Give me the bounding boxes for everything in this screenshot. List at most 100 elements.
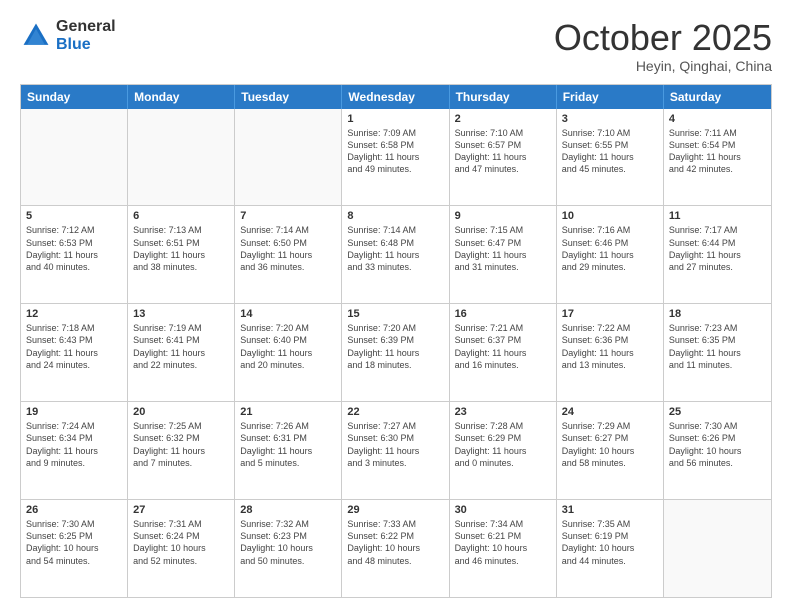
day-info: Sunrise: 7:13 AM Sunset: 6:51 PM Dayligh… (133, 224, 229, 273)
header-cell-monday: Monday (128, 85, 235, 109)
day-info: Sunrise: 7:15 AM Sunset: 6:47 PM Dayligh… (455, 224, 551, 273)
day-cell-16: 16 Sunrise: 7:21 AM Sunset: 6:37 PM Dayli… (450, 304, 557, 401)
day-cell-26: 26 Sunrise: 7:30 AM Sunset: 6:25 PM Dayli… (21, 500, 128, 597)
day-info: Sunrise: 7:23 AM Sunset: 6:35 PM Dayligh… (669, 322, 766, 371)
calendar-header: SundayMondayTuesdayWednesdayThursdayFrid… (21, 85, 771, 109)
header-cell-wednesday: Wednesday (342, 85, 449, 109)
day-info: Sunrise: 7:16 AM Sunset: 6:46 PM Dayligh… (562, 224, 658, 273)
header: General Blue October 2025 Heyin, Qinghai… (20, 18, 772, 74)
day-number: 18 (669, 308, 766, 320)
day-number: 27 (133, 504, 229, 516)
empty-cell-4-6 (664, 500, 771, 597)
day-info: Sunrise: 7:17 AM Sunset: 6:44 PM Dayligh… (669, 224, 766, 273)
day-cell-10: 10Sunrise: 7:16 AM Sunset: 6:46 PM Dayli… (557, 206, 664, 303)
header-cell-friday: Friday (557, 85, 664, 109)
day-number: 16 (455, 308, 551, 320)
day-info: Sunrise: 7:26 AM Sunset: 6:31 PM Dayligh… (240, 420, 336, 469)
day-number: 21 (240, 406, 336, 418)
day-info: Sunrise: 7:20 AM Sunset: 6:40 PM Dayligh… (240, 322, 336, 371)
day-info: Sunrise: 7:27 AM Sunset: 6:30 PM Dayligh… (347, 420, 443, 469)
day-number: 5 (26, 210, 122, 222)
day-cell-5: 5 Sunrise: 7:12 AM Sunset: 6:53 PM Daylig… (21, 206, 128, 303)
day-cell-1: 1Sunrise: 7:09 AM Sunset: 6:58 PM Daylig… (342, 109, 449, 206)
day-number: 15 (347, 308, 443, 320)
logo-icon (20, 20, 52, 52)
day-info: Sunrise: 7:14 AM Sunset: 6:48 PM Dayligh… (347, 224, 443, 273)
empty-cell-0-0 (21, 109, 128, 206)
day-info: Sunrise: 7:19 AM Sunset: 6:41 PM Dayligh… (133, 322, 229, 371)
day-number: 2 (455, 113, 551, 125)
day-cell-24: 24Sunrise: 7:29 AM Sunset: 6:27 PM Dayli… (557, 402, 664, 499)
day-number: 7 (240, 210, 336, 222)
day-cell-17: 17Sunrise: 7:22 AM Sunset: 6:36 PM Dayli… (557, 304, 664, 401)
day-cell-21: 21 Sunrise: 7:26 AM Sunset: 6:31 PM Dayli… (235, 402, 342, 499)
day-cell-9: 9Sunrise: 7:15 AM Sunset: 6:47 PM Daylig… (450, 206, 557, 303)
day-cell-12: 12 Sunrise: 7:18 AM Sunset: 6:43 PM Dayli… (21, 304, 128, 401)
day-number: 24 (562, 406, 658, 418)
day-info: Sunrise: 7:10 AM Sunset: 6:57 PM Dayligh… (455, 127, 551, 176)
day-number: 3 (562, 113, 658, 125)
day-info: Sunrise: 7:28 AM Sunset: 6:29 PM Dayligh… (455, 420, 551, 469)
day-number: 19 (26, 406, 122, 418)
day-info: Sunrise: 7:32 AM Sunset: 6:23 PM Dayligh… (240, 518, 336, 567)
day-cell-23: 23Sunrise: 7:28 AM Sunset: 6:29 PM Dayli… (450, 402, 557, 499)
day-cell-25: 25Sunrise: 7:30 AM Sunset: 6:26 PM Dayli… (664, 402, 771, 499)
header-cell-saturday: Saturday (664, 85, 771, 109)
day-number: 30 (455, 504, 551, 516)
calendar-row-3: 19 Sunrise: 7:24 AM Sunset: 6:34 PM Dayli… (21, 401, 771, 499)
day-number: 6 (133, 210, 229, 222)
day-info: Sunrise: 7:30 AM Sunset: 6:25 PM Dayligh… (26, 518, 122, 567)
month-title: October 2025 (554, 18, 772, 58)
calendar-row-0: 1Sunrise: 7:09 AM Sunset: 6:58 PM Daylig… (21, 109, 771, 206)
day-cell-29: 29Sunrise: 7:33 AM Sunset: 6:22 PM Dayli… (342, 500, 449, 597)
empty-cell-0-2 (235, 109, 342, 206)
calendar-row-1: 5 Sunrise: 7:12 AM Sunset: 6:53 PM Daylig… (21, 205, 771, 303)
day-number: 20 (133, 406, 229, 418)
day-number: 31 (562, 504, 658, 516)
day-number: 11 (669, 210, 766, 222)
day-info: Sunrise: 7:21 AM Sunset: 6:37 PM Dayligh… (455, 322, 551, 371)
day-cell-31: 31Sunrise: 7:35 AM Sunset: 6:19 PM Dayli… (557, 500, 664, 597)
day-cell-19: 19 Sunrise: 7:24 AM Sunset: 6:34 PM Dayli… (21, 402, 128, 499)
day-info: Sunrise: 7:14 AM Sunset: 6:50 PM Dayligh… (240, 224, 336, 273)
empty-cell-0-1 (128, 109, 235, 206)
day-info: Sunrise: 7:20 AM Sunset: 6:39 PM Dayligh… (347, 322, 443, 371)
day-cell-13: 13Sunrise: 7:19 AM Sunset: 6:41 PM Dayli… (128, 304, 235, 401)
logo-text: General Blue (56, 18, 116, 53)
calendar-row-2: 12 Sunrise: 7:18 AM Sunset: 6:43 PM Dayli… (21, 303, 771, 401)
day-info: Sunrise: 7:18 AM Sunset: 6:43 PM Dayligh… (26, 322, 122, 371)
day-info: Sunrise: 7:33 AM Sunset: 6:22 PM Dayligh… (347, 518, 443, 567)
day-cell-15: 15 Sunrise: 7:20 AM Sunset: 6:39 PM Dayli… (342, 304, 449, 401)
day-cell-22: 22 Sunrise: 7:27 AM Sunset: 6:30 PM Dayli… (342, 402, 449, 499)
day-cell-11: 11 Sunrise: 7:17 AM Sunset: 6:44 PM Dayli… (664, 206, 771, 303)
day-cell-28: 28Sunrise: 7:32 AM Sunset: 6:23 PM Dayli… (235, 500, 342, 597)
day-cell-8: 8Sunrise: 7:14 AM Sunset: 6:48 PM Daylig… (342, 206, 449, 303)
day-info: Sunrise: 7:24 AM Sunset: 6:34 PM Dayligh… (26, 420, 122, 469)
day-cell-3: 3 Sunrise: 7:10 AM Sunset: 6:55 PM Daylig… (557, 109, 664, 206)
logo-blue: Blue (56, 36, 116, 54)
day-info: Sunrise: 7:10 AM Sunset: 6:55 PM Dayligh… (562, 127, 658, 176)
day-number: 4 (669, 113, 766, 125)
day-info: Sunrise: 7:31 AM Sunset: 6:24 PM Dayligh… (133, 518, 229, 567)
calendar-body: 1Sunrise: 7:09 AM Sunset: 6:58 PM Daylig… (21, 109, 771, 597)
subtitle: Heyin, Qinghai, China (554, 58, 772, 74)
day-cell-30: 30 Sunrise: 7:34 AM Sunset: 6:21 PM Dayli… (450, 500, 557, 597)
day-cell-27: 27 Sunrise: 7:31 AM Sunset: 6:24 PM Dayli… (128, 500, 235, 597)
calendar-row-4: 26 Sunrise: 7:30 AM Sunset: 6:25 PM Dayli… (21, 499, 771, 597)
day-number: 26 (26, 504, 122, 516)
logo: General Blue (20, 18, 116, 53)
day-info: Sunrise: 7:34 AM Sunset: 6:21 PM Dayligh… (455, 518, 551, 567)
day-info: Sunrise: 7:11 AM Sunset: 6:54 PM Dayligh… (669, 127, 766, 176)
page: General Blue October 2025 Heyin, Qinghai… (0, 0, 792, 612)
day-info: Sunrise: 7:30 AM Sunset: 6:26 PM Dayligh… (669, 420, 766, 469)
day-cell-7: 7 Sunrise: 7:14 AM Sunset: 6:50 PM Daylig… (235, 206, 342, 303)
day-number: 22 (347, 406, 443, 418)
calendar: SundayMondayTuesdayWednesdayThursdayFrid… (20, 84, 772, 598)
day-info: Sunrise: 7:22 AM Sunset: 6:36 PM Dayligh… (562, 322, 658, 371)
day-number: 14 (240, 308, 336, 320)
day-info: Sunrise: 7:12 AM Sunset: 6:53 PM Dayligh… (26, 224, 122, 273)
header-cell-sunday: Sunday (21, 85, 128, 109)
day-cell-2: 2 Sunrise: 7:10 AM Sunset: 6:57 PM Daylig… (450, 109, 557, 206)
day-cell-4: 4 Sunrise: 7:11 AM Sunset: 6:54 PM Daylig… (664, 109, 771, 206)
day-number: 12 (26, 308, 122, 320)
